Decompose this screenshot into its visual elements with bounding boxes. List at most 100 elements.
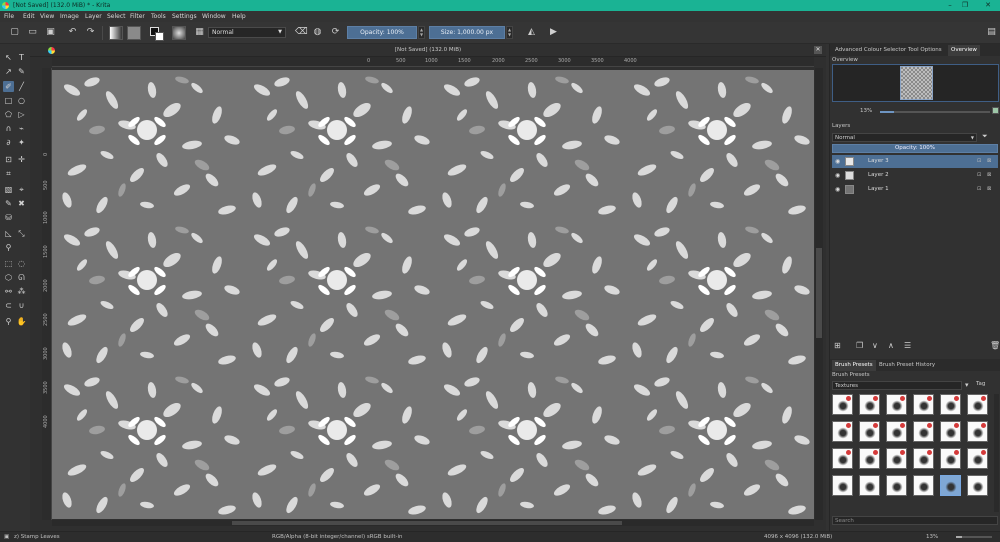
layer-row[interactable]: ◉ Layer 1 ⊡ ⊠: [832, 183, 998, 196]
move-up-icon[interactable]: ∧: [888, 341, 894, 350]
multibrush-tool-icon[interactable]: ✦: [16, 137, 27, 148]
move-down-icon[interactable]: ∨: [872, 341, 878, 350]
alpha-lock-icon[interactable]: ⊠: [987, 172, 991, 178]
brush-preset[interactable]: [967, 448, 988, 469]
layer-blend-select[interactable]: Normal ▼: [832, 133, 977, 142]
eraser-icon[interactable]: ⌫: [295, 27, 308, 38]
opacity-spin[interactable]: ▲ ▼: [418, 26, 425, 39]
open-document-icon[interactable]: ▭: [27, 27, 38, 38]
size-spin[interactable]: ▲ ▼: [506, 26, 513, 39]
similar-selection-tool-icon[interactable]: ⁂: [16, 286, 27, 297]
transform-tool-icon[interactable]: ⌗: [3, 168, 14, 179]
brush-tag-select[interactable]: Textures: [832, 381, 962, 390]
maximize-button[interactable]: ❐: [955, 0, 975, 11]
brush-preset-button[interactable]: [172, 26, 186, 40]
measure-tool-icon[interactable]: ⤡: [16, 228, 27, 239]
lock-icon[interactable]: ⊡: [977, 186, 981, 192]
menu-layer[interactable]: Layer: [85, 13, 102, 20]
undo-icon[interactable]: ↶: [67, 27, 78, 38]
freehand-selection-tool-icon[interactable]: ᘏ: [16, 272, 27, 283]
bezier-selection-tool-icon[interactable]: ⊂: [3, 300, 14, 311]
redo-icon[interactable]: ↷: [85, 27, 96, 38]
brush-preset[interactable]: [967, 475, 988, 496]
brush-preset[interactable]: [859, 394, 880, 415]
gradient-selector[interactable]: [109, 26, 123, 40]
tab-brush-preset-history[interactable]: Brush Preset History: [876, 360, 938, 371]
brush-preset[interactable]: [886, 448, 907, 469]
brush-preset[interactable]: [913, 394, 934, 415]
menu-tools[interactable]: Tools: [151, 13, 166, 20]
menu-help[interactable]: Help: [232, 13, 246, 20]
menu-window[interactable]: Window: [202, 13, 226, 20]
menu-settings[interactable]: Settings: [172, 13, 197, 20]
delete-layer-icon[interactable]: 🗑: [990, 341, 1000, 350]
brush-preset[interactable]: [859, 421, 880, 442]
layer-row[interactable]: ◉ Layer 2 ⊡ ⊠: [832, 169, 998, 182]
tab-overview[interactable]: Overview: [948, 45, 980, 56]
canvas[interactable]: [52, 70, 814, 519]
menu-view[interactable]: View: [40, 13, 54, 20]
close-document-icon[interactable]: ✕: [814, 46, 822, 54]
polygonal-selection-tool-icon[interactable]: ⬡: [3, 272, 14, 283]
add-layer-icon[interactable]: ⊞: [834, 341, 841, 350]
menu-filter[interactable]: Filter: [130, 13, 145, 20]
ellipse-tool-icon[interactable]: ○: [16, 95, 27, 106]
tab-brush-presets[interactable]: Brush Presets: [832, 360, 876, 371]
eye-icon[interactable]: ◉: [835, 172, 840, 179]
rectangular-selection-tool-icon[interactable]: ⬚: [3, 258, 14, 269]
brush-preset[interactable]: [832, 421, 853, 442]
pattern-selector[interactable]: [127, 26, 141, 40]
brush-preset[interactable]: [940, 394, 961, 415]
overview-zoom-slider[interactable]: [880, 111, 990, 113]
size-slider[interactable]: Size: 1,000.00 px: [429, 26, 505, 39]
crop-tool-icon[interactable]: ⊡: [3, 154, 14, 165]
vertical-scrollbar[interactable]: [815, 68, 823, 520]
calligraphy-tool-icon[interactable]: ✎: [16, 66, 27, 77]
dynamic-brush-tool-icon[interactable]: ∂: [3, 137, 14, 148]
smart-patch-tool-icon[interactable]: ✖: [16, 198, 27, 209]
zoom-slider[interactable]: [956, 536, 992, 538]
workspace-icon[interactable]: ▤: [986, 27, 997, 38]
brush-preset[interactable]: [940, 421, 961, 442]
save-icon[interactable]: ▣: [45, 27, 56, 38]
preset-scrollbar[interactable]: [994, 394, 999, 512]
chevron-down-icon[interactable]: ▾: [965, 381, 969, 389]
opacity-slider[interactable]: Opacity: 100%: [347, 26, 417, 39]
menu-image[interactable]: Image: [60, 13, 79, 20]
new-document-icon[interactable]: ▢: [9, 27, 20, 38]
eye-icon[interactable]: ◉: [835, 158, 840, 165]
mirror-vertical-icon[interactable]: ▶: [548, 27, 559, 38]
freehand-brush-tool-icon[interactable]: ✐: [3, 81, 14, 92]
alpha-lock-icon[interactable]: ⊠: [987, 186, 991, 192]
eye-icon[interactable]: ◉: [835, 186, 840, 193]
menu-file[interactable]: File: [4, 13, 14, 20]
horizontal-scrollbar[interactable]: [52, 520, 814, 526]
brush-preset[interactable]: [913, 475, 934, 496]
reference-images-tool-icon[interactable]: ⚲: [3, 242, 14, 253]
elliptical-selection-tool-icon[interactable]: ◌: [16, 258, 27, 269]
background-color[interactable]: [155, 32, 164, 41]
assistant-tool-icon[interactable]: ◺: [3, 228, 14, 239]
brush-preset[interactable]: [886, 475, 907, 496]
brush-preset[interactable]: [832, 448, 853, 469]
grid-icon[interactable]: ▦: [194, 27, 205, 38]
mirror-horizontal-icon[interactable]: ◭: [526, 27, 537, 38]
zoom-tool-icon[interactable]: ⚲: [3, 316, 14, 327]
fill-tool-icon[interactable]: ⛁: [3, 212, 14, 223]
tab-tool-options[interactable]: Tool Options: [905, 45, 945, 56]
reload-preset-icon[interactable]: ⟳: [330, 27, 341, 38]
brush-preset[interactable]: [913, 421, 934, 442]
brush-preset-selected[interactable]: [940, 475, 961, 496]
brush-preset[interactable]: [967, 394, 988, 415]
tab-advanced-colour-selector[interactable]: Advanced Colour Selector: [832, 45, 909, 56]
brush-preset[interactable]: [832, 475, 853, 496]
brush-preset[interactable]: [832, 394, 853, 415]
brush-preset[interactable]: [967, 421, 988, 442]
colorize-mask-tool-icon[interactable]: ✎: [3, 198, 14, 209]
rectangle-tool-icon[interactable]: □: [3, 95, 14, 106]
lock-icon[interactable]: ⊡: [977, 158, 981, 164]
gradient-tool-icon[interactable]: ▧: [3, 184, 14, 195]
brush-preset[interactable]: [886, 394, 907, 415]
brush-preset[interactable]: [913, 448, 934, 469]
pan-tool-icon[interactable]: ✋: [16, 316, 27, 327]
